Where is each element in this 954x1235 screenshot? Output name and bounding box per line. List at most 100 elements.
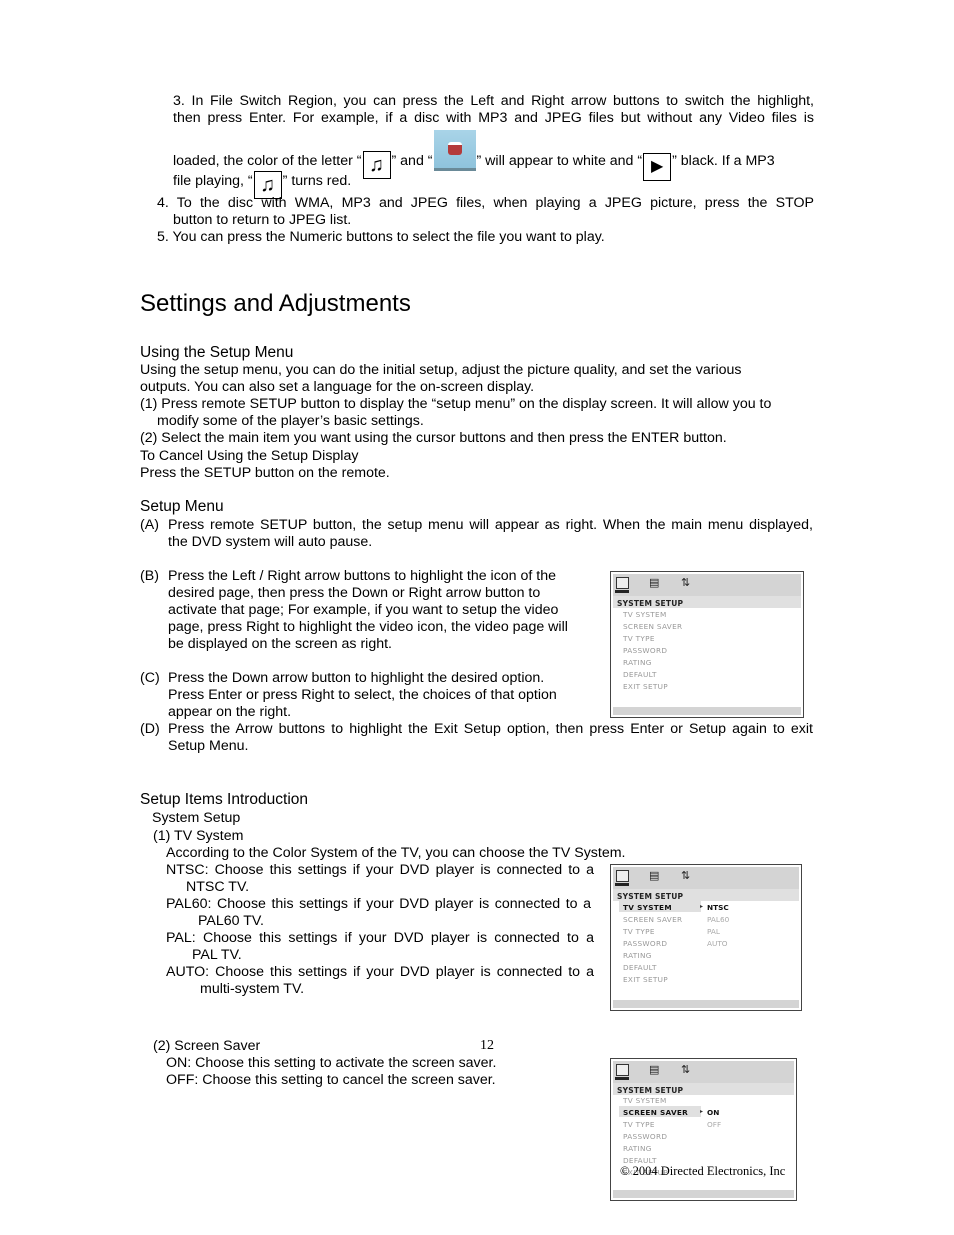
tv-pal60-line: PAL60 TV. — [198, 913, 264, 929]
setup-items-heading: Setup Items Introduction — [140, 791, 309, 808]
step-b-line: page, press Right to highlight the video… — [168, 619, 568, 635]
osd-item: SCREEN SAVER — [623, 622, 683, 631]
using-line: modify some of the player’s basic settin… — [157, 413, 424, 429]
step-label: (D) — [140, 721, 160, 737]
osd-item: TV SYSTEM — [623, 1096, 667, 1105]
step-c-line: Press Enter or press Right to select, th… — [168, 687, 557, 703]
osd-item-selected: TV SYSTEM — [623, 903, 672, 912]
osd-item: DEFAULT — [623, 670, 657, 679]
step-b-line: be displayed on the screen as right. — [168, 636, 392, 652]
step-d-line: Setup Menu. — [168, 738, 249, 754]
item3-line2: then press Enter. For example, if a disc… — [173, 110, 814, 126]
using-line: Using the setup menu, you can do the ini… — [140, 362, 742, 378]
music-note-icon: ♫ — [362, 151, 391, 179]
step-c-line: appear on the right. — [168, 704, 292, 720]
step-b-line: desired page, then press the Down or Rig… — [168, 585, 541, 601]
osd-title: SYSTEM SETUP — [617, 1086, 684, 1095]
item3-line1: 3. In File Switch Region, you can press … — [173, 93, 814, 109]
setup-menu-heading: Setup Menu — [140, 498, 224, 515]
osd-screenshot-tv-system: ▤ ⇅ SYSTEM SETUP TV SYSTEM SCREEN SAVER … — [610, 864, 802, 1011]
osd-title: SYSTEM SETUP — [617, 892, 684, 901]
tv-auto-line: AUTO: Choose this settings if your DVD p… — [166, 964, 594, 980]
osd-bottom-bar — [613, 1000, 799, 1008]
text: ” and “ — [391, 153, 433, 169]
video-setup-icon: ▤ — [649, 1063, 660, 1076]
item5: 5. You can press the Numeric buttons to … — [157, 229, 605, 245]
osd-bottom-bar — [613, 1190, 794, 1198]
step-label: (B) — [140, 568, 159, 584]
system-setup-icon — [615, 577, 629, 593]
osd-item: PASSWORD — [623, 939, 668, 948]
osd-item: SCREEN SAVER — [623, 915, 683, 924]
screen-saver-line: OFF: Choose this setting to cancel the s… — [166, 1072, 496, 1088]
tv-system-title: (1) TV System — [153, 828, 244, 844]
step-a-line: Press remote SETUP button, the setup men… — [168, 517, 813, 533]
osd-title: SYSTEM SETUP — [617, 599, 684, 608]
item4-line1: 4. To the disc with WMA, MP3 and JPEG fi… — [157, 195, 814, 211]
osd-screenshot-main: ▤ ⇅ SYSTEM SETUP TV SYSTEM SCREEN SAVER … — [610, 571, 804, 718]
osd-item: PASSWORD — [623, 646, 668, 655]
osd-item: TV TYPE — [623, 634, 655, 643]
pointer-arrow-icon: ▸ — [700, 903, 704, 910]
tv-auto-line: multi-system TV. — [200, 981, 305, 997]
video-setup-icon: ▤ — [649, 576, 660, 589]
osd-bottom-bar — [613, 707, 801, 715]
pointer-arrow-icon: ▸ — [700, 1108, 704, 1115]
play-icon: ▶ — [643, 153, 672, 181]
step-d-line: Press the Arrow buttons to highlight the… — [168, 721, 813, 737]
screen-saver-line: ON: Choose this setting to activate the … — [166, 1055, 497, 1071]
osd-option: AUTO — [707, 939, 728, 948]
video-setup-icon: ▤ — [649, 869, 660, 882]
section-title: Settings and Adjustments — [140, 290, 411, 317]
using-line: To Cancel Using the Setup Display — [140, 448, 359, 464]
system-setup-subheading: System Setup — [152, 810, 241, 826]
copyright: © 2004 Directed Electronics, Inc — [620, 1164, 786, 1178]
step-b-line: Press the Left / Right arrow buttons to … — [168, 568, 557, 584]
osd-item: EXIT SETUP — [623, 975, 668, 984]
text: ” turns red. — [282, 173, 352, 189]
osd-item: EXIT SETUP — [623, 682, 668, 691]
osd-option-selected: NTSC — [707, 903, 729, 912]
osd-item: DEFAULT — [623, 963, 657, 972]
text: ” black. If a MP3 — [672, 153, 775, 169]
using-line: (1) Press remote SETUP button to display… — [140, 396, 772, 412]
tv-system-intro: According to the Color System of the TV,… — [166, 845, 626, 861]
osd-item: RATING — [623, 658, 652, 667]
tv-pal-line: PAL: Choose this settings if your DVD pl… — [166, 930, 594, 946]
using-setup-heading: Using the Setup Menu — [140, 344, 294, 361]
step-a-line: the DVD system will auto pause. — [168, 534, 373, 550]
step-b-line: activate that page; For example, if you … — [168, 602, 559, 618]
text: file playing, “ — [173, 173, 253, 189]
tv-ntsc-line: NTSC TV. — [186, 879, 250, 895]
step-c-line: Press the Down arrow button to highlight… — [168, 670, 545, 686]
osd-item: PASSWORD — [623, 1132, 668, 1141]
photo-icon — [433, 130, 476, 171]
osd-item: TV TYPE — [623, 927, 655, 936]
step-label: (C) — [140, 670, 160, 686]
osd-item-selected: SCREEN SAVER — [623, 1108, 689, 1117]
osd-item: TV TYPE — [623, 1120, 655, 1129]
audio-setup-icon: ⇅ — [681, 576, 691, 589]
osd-item: TV SYSTEM — [623, 610, 667, 619]
using-line: (2) Select the main item you want using … — [140, 430, 727, 446]
osd-item: RATING — [623, 1144, 652, 1153]
tv-ntsc-line: NTSC: Choose this settings if your DVD p… — [166, 862, 594, 878]
page-number: 12 — [480, 1038, 494, 1053]
tv-pal60-line: PAL60: Choose this settings if your DVD … — [166, 896, 591, 912]
text: ” will appear to white and “ — [476, 153, 643, 169]
audio-setup-icon: ⇅ — [681, 869, 691, 882]
using-line: Press the SETUP button on the remote. — [140, 465, 390, 481]
screen-saver-title: (2) Screen Saver — [153, 1038, 261, 1054]
osd-option: PAL — [707, 927, 720, 936]
osd-option: PAL60 — [707, 915, 730, 924]
osd-item: RATING — [623, 951, 652, 960]
system-setup-icon — [615, 1064, 629, 1080]
using-line: outputs. You can also set a language for… — [140, 379, 535, 395]
system-setup-icon — [615, 870, 629, 886]
osd-option: OFF — [707, 1120, 722, 1129]
audio-setup-icon: ⇅ — [681, 1063, 691, 1076]
item4-line2: button to return to JPEG list. — [173, 212, 352, 228]
tv-pal-line: PAL TV. — [192, 947, 242, 963]
osd-option-selected: ON — [707, 1108, 720, 1117]
step-label: (A) — [140, 517, 159, 533]
